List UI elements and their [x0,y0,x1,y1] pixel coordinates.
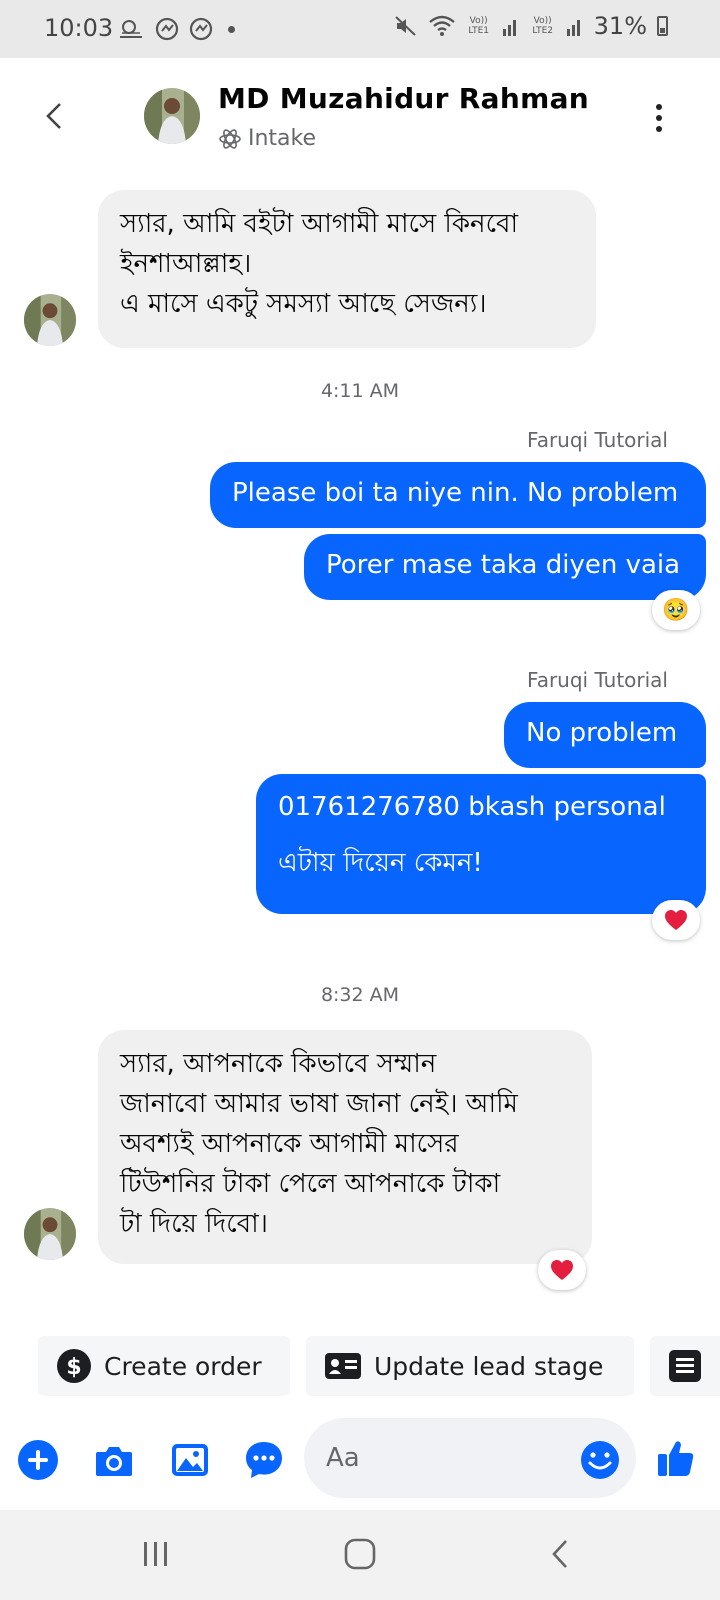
message-timestamp: 8:32 AM [320,984,400,1006]
lte2-label: Vo)) LTE2 [532,16,553,36]
contact-card-icon [325,1353,361,1379]
wifi-icon [428,15,455,36]
chat-bubble-icon[interactable] [242,1438,286,1482]
contact-avatar[interactable] [144,88,200,144]
message-line: 01761276780 bkash personal [278,792,666,822]
create-order-button[interactable]: $ Create order [38,1336,290,1396]
status-notification-icons [118,16,235,42]
message-reaction[interactable]: 🥹 [652,590,700,630]
list-icon [669,1350,701,1382]
plus-icon[interactable] [16,1438,60,1482]
more-actions-button[interactable] [650,1336,720,1396]
battery-percent: 31% [593,12,647,40]
message-line: টা দিয়ে দিবো। [120,1209,268,1239]
lead-stage-label: Intake [218,126,316,151]
message-line: স্যার, আপনাকে কিভাবে সম্মান [120,1049,437,1079]
outgoing-message[interactable]: No problem [504,702,706,768]
create-order-label: Create order [104,1351,262,1381]
back-nav-icon[interactable] [548,1534,572,1574]
message-composer [0,1416,720,1504]
message-line: অবশ্যই আপনাকে আগামী মাসের [120,1129,459,1159]
dollar-icon: $ [57,1349,91,1383]
message-reaction[interactable] [652,900,700,940]
svg-text:$: $ [66,1355,81,1380]
update-lead-stage-button[interactable]: Update lead stage [306,1336,634,1396]
camera-icon[interactable] [92,1438,136,1482]
more-notifications-dot [228,25,235,33]
atom-icon [219,128,241,149]
system-navigation-bar [0,1510,720,1600]
message-line: ইনশাআল্লাহ। [120,249,252,279]
sender-name: Faruqi Tutorial [527,428,668,452]
incoming-message[interactable]: স্যার, আপনাকে কিভাবে সম্মান জানাবো আমার … [98,1030,592,1264]
message-line: এ মাসে একটু সমস্যা আছে সেজন্য। [120,289,487,319]
signal-icon-2 [566,20,580,36]
battery-icon [657,16,668,36]
sender-avatar[interactable] [24,1208,76,1260]
signal-icon [502,20,516,36]
notification-icon [120,20,142,38]
reaction-emoji: 🥹 [662,597,690,623]
gallery-icon[interactable] [168,1438,212,1482]
incoming-message[interactable]: স্যার, আমি বইটা আগামী মাসে কিনবো ইনশাআল্… [98,190,596,348]
status-bar: 10:03 Vo)) LTE1 Vo)) LTE2 31% [0,0,720,58]
status-system-icons: Vo)) LTE1 Vo)) LTE2 31% [394,12,668,40]
message-line: জানাবো আমার ভাষা জানা নেই। আমি [120,1089,518,1119]
outgoing-message[interactable]: Porer mase taka diyen vaia [304,534,706,600]
message-line: টিউশনির টাকা পেলে আপনাকে টাকা [120,1169,501,1199]
back-arrow-icon[interactable] [40,96,70,136]
message-reaction[interactable] [538,1250,586,1290]
lead-stage-text: Intake [248,126,317,151]
sender-name: Faruqi Tutorial [527,668,668,692]
heart-icon [665,910,687,930]
messenger-notification-icon [155,17,179,41]
home-icon[interactable] [340,1534,380,1574]
messenger-notification-icon-2 [189,17,213,41]
sender-avatar[interactable] [24,294,76,346]
message-timestamp: 4:11 AM [320,380,400,402]
thumbs-up-icon[interactable] [654,1436,698,1480]
message-line: স্যার, আমি বইটা আগামী মাসে কিনবো [120,209,519,239]
outgoing-message[interactable]: Please boi ta niye nin. No problem [210,462,706,528]
status-time: 10:03 [44,14,114,42]
emoji-icon[interactable] [578,1438,622,1482]
outgoing-message[interactable]: 01761276780 bkash personal এটায় দিয়েন … [256,774,706,914]
message-line: এটায় দিয়েন কেমন! [278,848,483,878]
heart-icon [551,1260,573,1280]
more-options-icon[interactable] [652,102,666,134]
recent-apps-icon[interactable] [140,1534,172,1574]
update-lead-stage-label: Update lead stage [374,1351,604,1381]
mute-icon [394,16,416,36]
lte1-label: Vo)) LTE1 [468,16,489,36]
contact-name[interactable]: MD Muzahidur Rahman [218,82,589,115]
conversation-header: MD Muzahidur Rahman Intake [0,58,720,168]
quick-actions-bar: $ Create order Update lead stage [0,1336,720,1398]
